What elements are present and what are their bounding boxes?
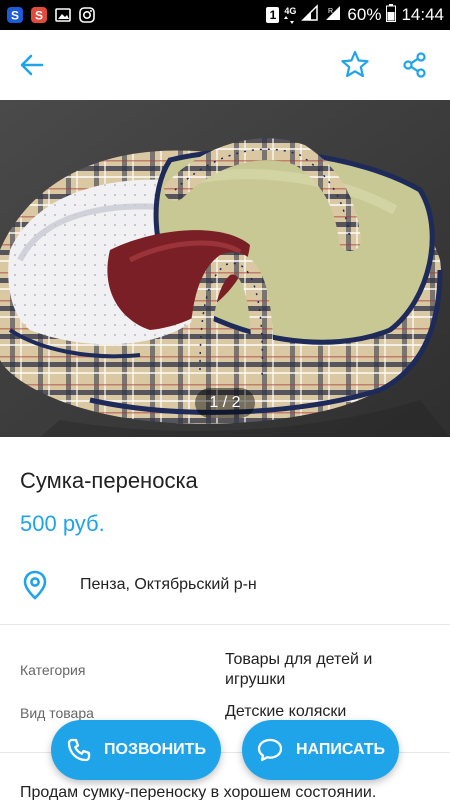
- clock: 14:44: [401, 5, 444, 24]
- param-label-type: Вид товара: [20, 705, 94, 721]
- divider: [0, 624, 450, 625]
- chat-bubble-icon: [257, 738, 283, 762]
- listing-price: 500 руб.: [20, 511, 105, 536]
- share-button[interactable]: [397, 47, 433, 83]
- instagram-icon: [78, 6, 96, 24]
- svg-text:S: S: [35, 9, 43, 23]
- listing-description: Продам сумку-переноску в хорошем состоян…: [20, 784, 377, 800]
- network-label: 4G: [284, 5, 297, 16]
- signal-icon: [301, 3, 319, 27]
- listing-location[interactable]: Пенза, Октябрьский р-н: [80, 576, 257, 594]
- arrow-back-icon: [20, 54, 44, 76]
- param-value-type: Детские коляски: [225, 703, 347, 720]
- app-s-red-icon: S: [30, 6, 48, 24]
- data-arrows-icon: [284, 15, 295, 24]
- write-button[interactable]: НАПИСАТЬ: [242, 720, 399, 780]
- param-label-category: Категория: [20, 662, 86, 678]
- battery-percent: 60%: [347, 5, 382, 24]
- gallery-icon: [54, 6, 72, 24]
- location-pin-icon: [22, 570, 48, 600]
- listing-photo[interactable]: [0, 100, 450, 437]
- svg-text:S: S: [11, 9, 19, 23]
- photo-counter: 1 / 2: [195, 388, 255, 418]
- battery-icon: [386, 3, 397, 27]
- app-bar: [0, 30, 450, 100]
- sim-badge: 1: [266, 7, 280, 23]
- svg-text:R: R: [328, 8, 333, 15]
- signal-r-icon: R: [324, 4, 342, 27]
- write-button-label: НАПИСАТЬ: [295, 741, 386, 758]
- share-icon: [403, 52, 426, 78]
- network-type: 4G: [284, 5, 297, 24]
- favorite-button[interactable]: [337, 47, 373, 83]
- call-button[interactable]: ПОЗВОНИТЬ: [51, 720, 221, 780]
- app-s-blue-icon: S: [6, 6, 24, 24]
- star-outline-icon: [341, 50, 369, 78]
- listing-title: Сумка-переноска: [20, 468, 198, 493]
- carrycot-photo: [0, 100, 450, 437]
- status-bar: S S 1 4G R 60% 14:44: [0, 0, 450, 30]
- param-value-category: Товары для детей и игрушки: [225, 651, 373, 688]
- back-button[interactable]: [14, 47, 50, 83]
- phone-icon: [67, 738, 91, 762]
- call-button-label: ПОЗВОНИТЬ: [104, 741, 206, 758]
